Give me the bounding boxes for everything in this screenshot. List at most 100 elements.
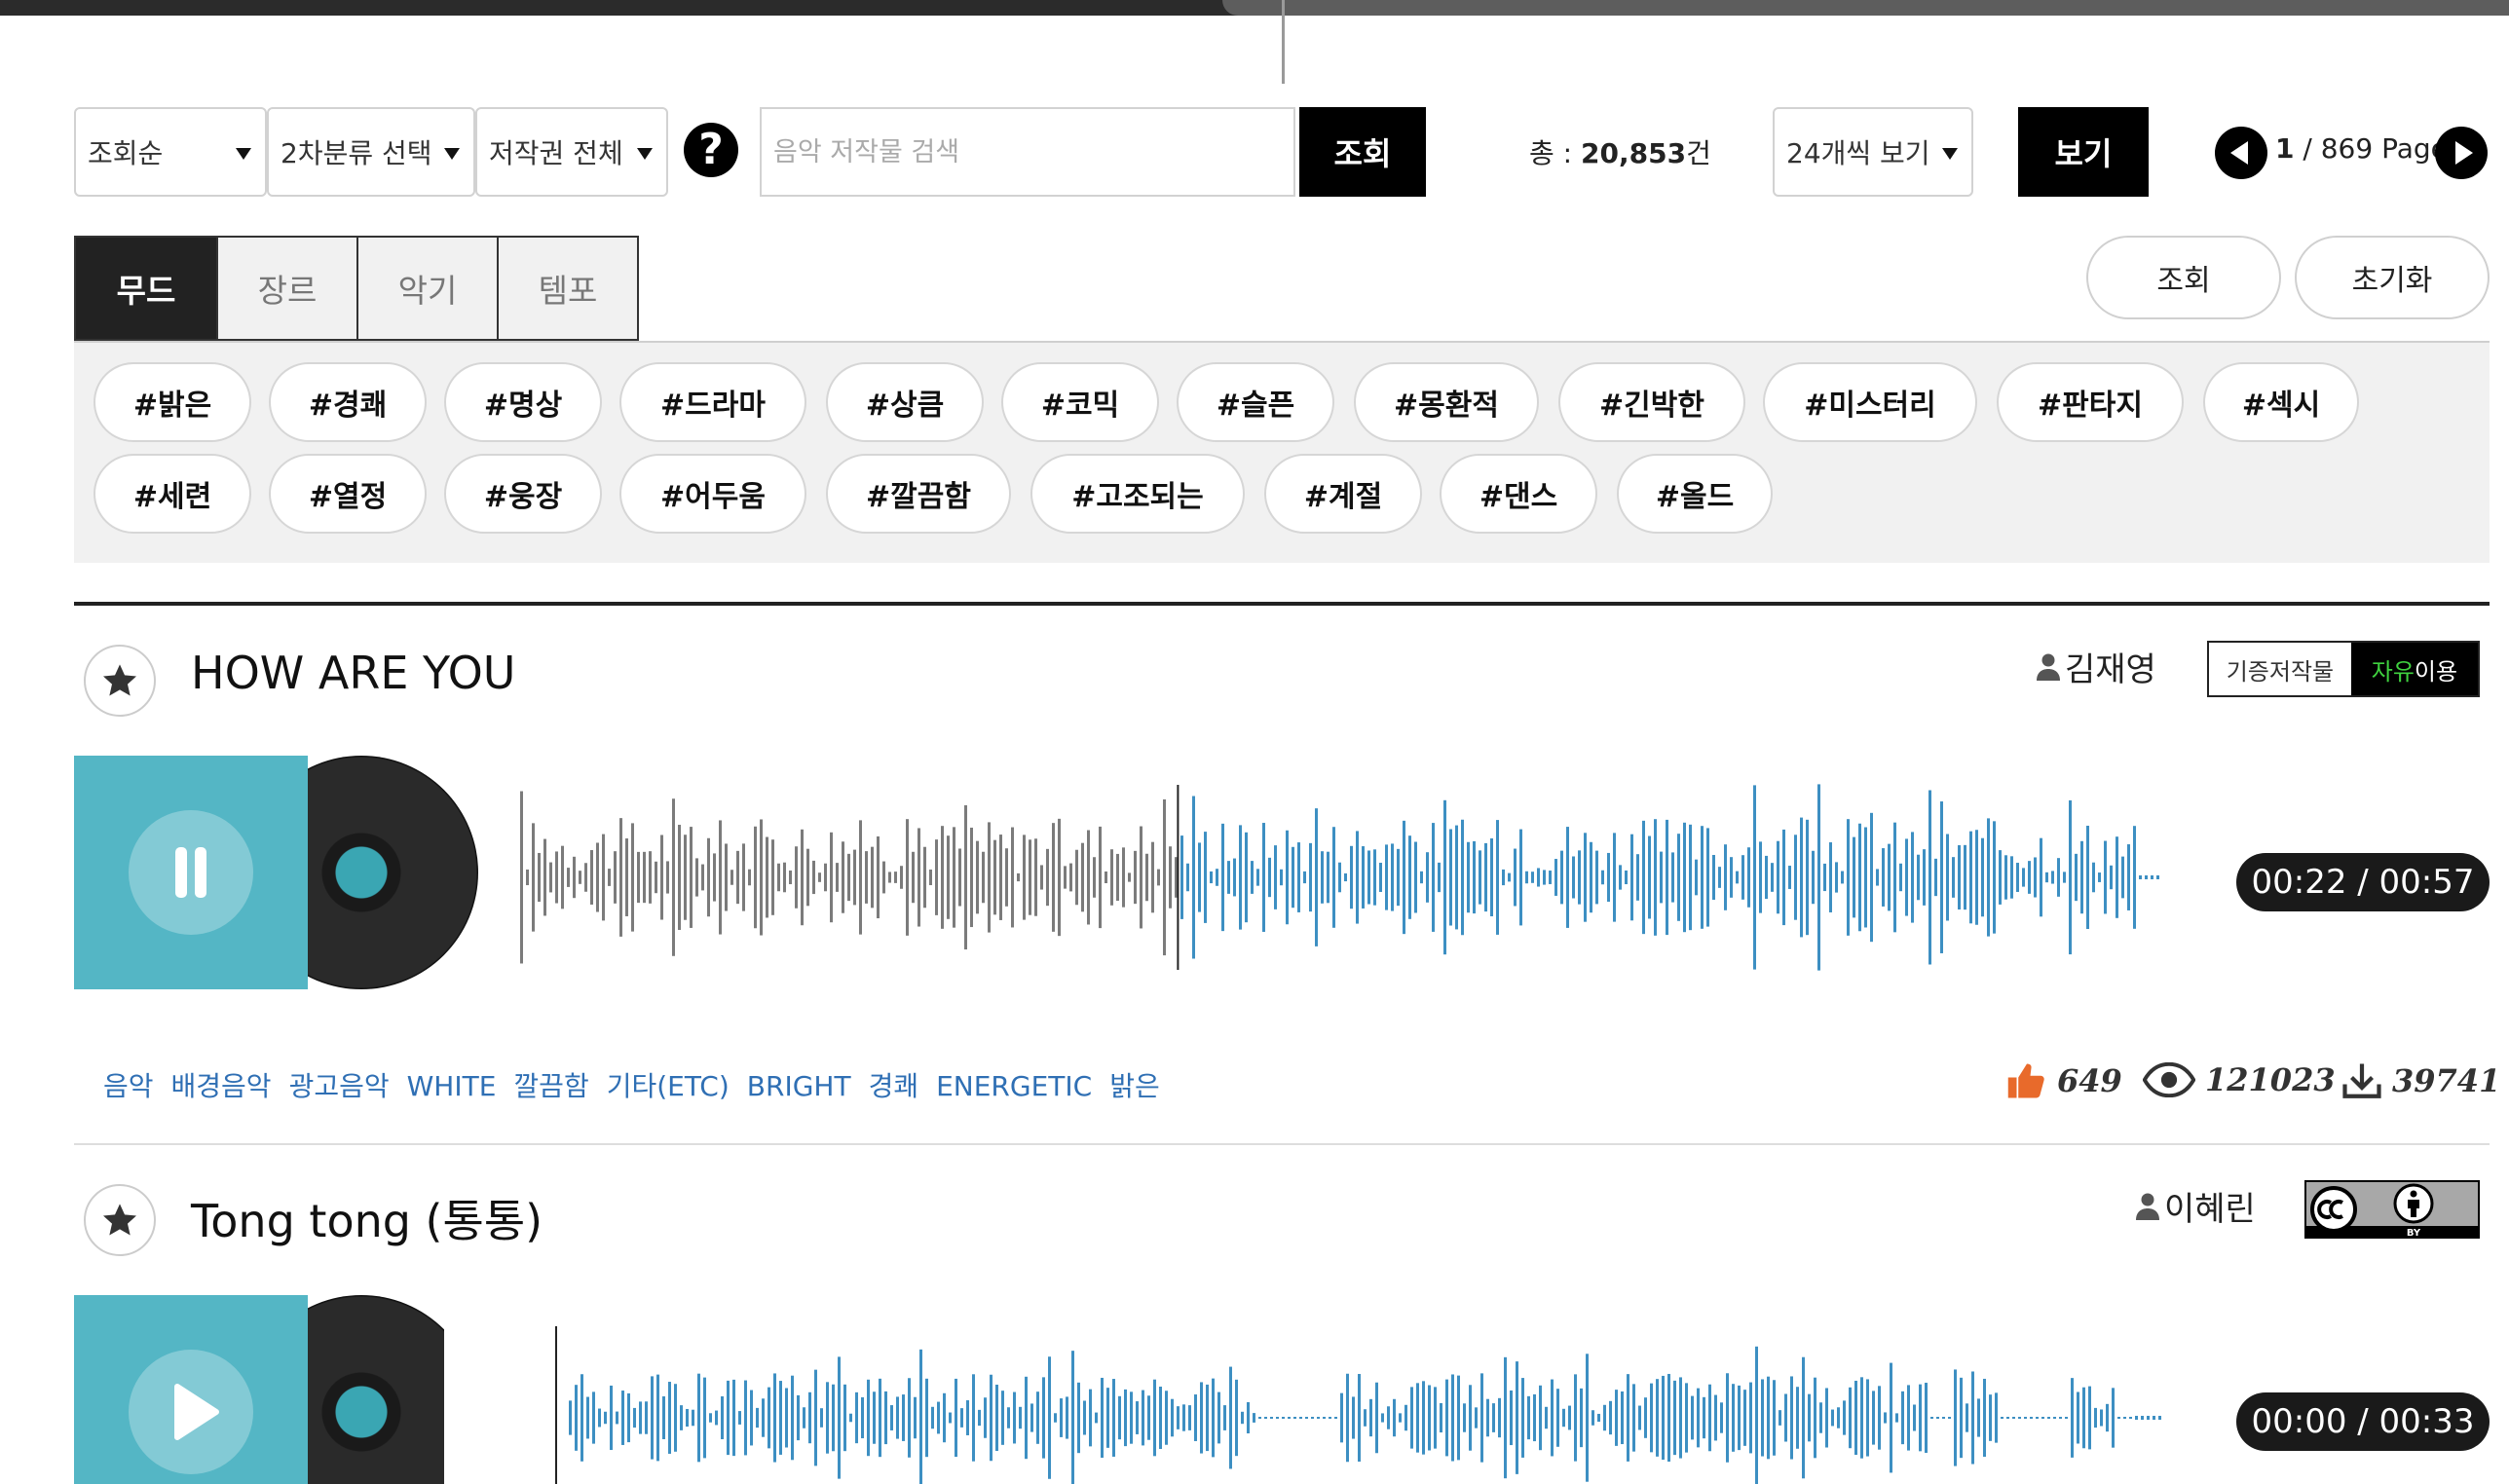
waveform-bar [826, 1382, 829, 1454]
track-title[interactable]: HOW ARE YOU [191, 647, 515, 699]
tag-chip[interactable]: #명상 [444, 362, 602, 442]
play-button[interactable] [129, 1350, 253, 1474]
keyword-link[interactable]: BRIGHT [747, 1070, 851, 1102]
waveform-bar [1356, 831, 1359, 924]
waveform-bar [1843, 1400, 1846, 1435]
track-artist[interactable]: 이혜린 [2135, 1182, 2256, 1230]
tag-chip[interactable]: #긴박한 [1558, 362, 1745, 442]
tag-chip[interactable]: #열정 [269, 454, 427, 534]
waveform-bar [1069, 863, 1072, 892]
tag-chip[interactable]: #계절 [1264, 454, 1422, 534]
waveform-bar [1878, 1386, 1881, 1450]
next-page-button[interactable] [2435, 127, 2488, 179]
total-label: 총 : [1529, 137, 1581, 169]
tag-chip[interactable]: #섹시 [2203, 362, 2359, 442]
like-count[interactable]: 649 [2006, 1061, 2122, 1100]
tag-chip[interactable]: #세련 [94, 454, 251, 534]
tag-chip[interactable]: #깔끔함 [826, 454, 1011, 534]
tag-apply-button[interactable]: 조회 [2086, 236, 2281, 319]
tag-chip[interactable]: #판타지 [1997, 362, 2184, 442]
waveform-bar [2036, 1417, 2039, 1419]
waveform-bar [1527, 1395, 1530, 1440]
row-divider [74, 1143, 2490, 1145]
tag-chip[interactable]: #웅장 [444, 454, 602, 534]
keyword-link[interactable]: 깔끔함 [513, 1070, 588, 1102]
search-button[interactable]: 조회 [1299, 107, 1426, 197]
waveform-bar [1701, 826, 1704, 929]
track-artist[interactable]: 김재영 [2036, 643, 2156, 690]
keyword-link[interactable]: 경쾌 [869, 1070, 919, 1102]
tag-chip[interactable]: #댄스 [1440, 454, 1597, 534]
waveform-bar [760, 819, 763, 936]
view-button[interactable]: 보기 [2018, 107, 2149, 197]
download-value: 39741 [2392, 1062, 2501, 1099]
waveform-bar [1724, 844, 1727, 910]
tag-reset-button[interactable]: 초기화 [2295, 236, 2490, 319]
keyword-link[interactable]: WHITE [407, 1070, 497, 1102]
tag-chip[interactable]: #올드 [1617, 454, 1773, 534]
waveform-bar [806, 848, 809, 907]
tag-chip[interactable]: #어두움 [619, 454, 806, 534]
favorite-button[interactable] [84, 1184, 156, 1256]
prev-page-button[interactable] [2215, 127, 2267, 179]
favorite-button[interactable] [84, 645, 156, 717]
playhead[interactable] [1177, 785, 1180, 970]
playhead[interactable] [555, 1326, 557, 1484]
waveform-bar [1995, 1392, 1998, 1443]
album-cover[interactable] [74, 756, 478, 989]
waveform-bar [1823, 863, 1826, 892]
keyword-link[interactable]: 기타(ETC) [607, 1070, 730, 1102]
keyword-link[interactable]: 광고음악 [289, 1070, 390, 1102]
waveform-bar [1387, 1406, 1390, 1429]
per-page-select[interactable]: 24개씩 보기 [1773, 107, 1973, 197]
tab-mood[interactable]: 무드 [74, 236, 218, 341]
tab-instrument[interactable]: 악기 [356, 236, 499, 341]
track-title[interactable]: Tong tong (통통) [191, 1186, 543, 1250]
tag-chip[interactable]: #슬픈 [1177, 362, 1334, 442]
waveform-bar [610, 1385, 613, 1451]
keyword-link[interactable]: 밝은 [1109, 1070, 1160, 1102]
help-icon[interactable]: ? [684, 123, 738, 177]
copyright-select[interactable]: 저작권 전체 [475, 107, 668, 197]
waveform[interactable] [506, 775, 2182, 980]
sort-select[interactable]: 조회순 [74, 107, 267, 197]
waveform-bar [1270, 1417, 1273, 1419]
pause-button[interactable] [129, 810, 253, 935]
waveform-bar [1864, 827, 1867, 928]
waveform-bar [832, 1384, 835, 1452]
search-input[interactable] [760, 107, 1295, 197]
waveform-bar [859, 820, 862, 935]
keyword-link[interactable]: ENERGETIC [936, 1070, 1092, 1102]
keyword-link[interactable]: 음악 [103, 1070, 154, 1102]
waveform-bar [1942, 1417, 1945, 1419]
waveform-bar [1005, 848, 1008, 907]
waveform-bar [1369, 1398, 1372, 1437]
waveform-bar [1765, 855, 1768, 900]
tab-tempo[interactable]: 템포 [497, 236, 639, 341]
tag-chip[interactable]: #드라마 [619, 362, 806, 442]
waveform-bar [1379, 863, 1382, 892]
waveform-bar [1784, 1393, 1787, 1442]
tag-chip[interactable]: #미스터리 [1763, 362, 1977, 442]
tab-genre[interactable]: 장르 [216, 236, 358, 341]
category2-select[interactable]: 2차분류 선택 [267, 107, 475, 197]
waveform-bar [616, 1411, 618, 1425]
album-cover[interactable] [74, 1295, 444, 1484]
waveform-bar [1761, 1379, 1764, 1457]
waveform-bar [1779, 1410, 1781, 1426]
tag-chip[interactable]: #고조되는 [1030, 454, 1245, 534]
waveform-bar [1496, 820, 1499, 935]
download-count[interactable]: 39741 [2341, 1061, 2500, 1100]
waveform-bar [1730, 857, 1733, 898]
waveform-bar [1673, 1380, 1676, 1456]
tag-chip[interactable]: #밝은 [94, 362, 251, 442]
tag-chip[interactable]: #경쾌 [269, 362, 427, 442]
tag-chip[interactable]: #상큼 [826, 362, 984, 442]
waveform-bar [2127, 844, 2130, 910]
waveform-bar [719, 820, 722, 935]
tag-chip[interactable]: #몽환적 [1354, 362, 1539, 442]
waveform[interactable] [506, 1317, 2182, 1484]
waveform-bar [1180, 835, 1183, 919]
keyword-link[interactable]: 배경음악 [171, 1070, 272, 1102]
tag-chip[interactable]: #코믹 [1001, 362, 1159, 442]
